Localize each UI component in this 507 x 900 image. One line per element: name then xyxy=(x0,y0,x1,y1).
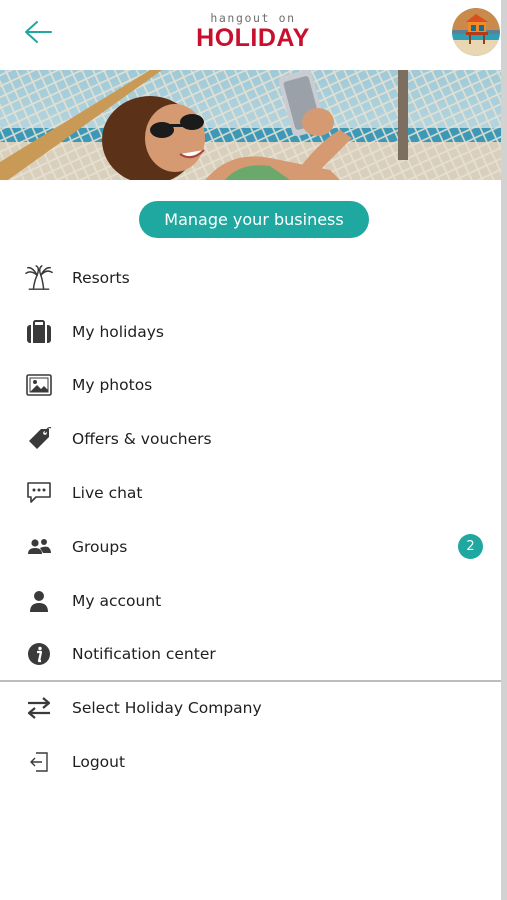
picture-icon xyxy=(25,371,53,399)
menu-item-my-account[interactable]: My account xyxy=(0,574,507,628)
person-icon xyxy=(25,587,53,615)
beach-hut-avatar xyxy=(452,8,500,56)
menu-item-label: My account xyxy=(72,591,162,610)
menu-item-select-holiday-company[interactable]: Select Holiday Company xyxy=(0,681,507,735)
chat-bubble-icon xyxy=(25,479,53,507)
scrollbar[interactable] xyxy=(501,0,507,900)
manage-business-label: Manage your business xyxy=(164,210,344,229)
swap-arrows-icon xyxy=(25,694,53,722)
menu-item-label: My holidays xyxy=(72,322,164,341)
info-icon xyxy=(25,640,53,668)
logout-icon xyxy=(25,748,53,776)
menu-item-my-photos[interactable]: My photos xyxy=(0,359,507,413)
palm-trees-icon xyxy=(25,264,53,292)
hero-banner xyxy=(0,70,507,180)
menu-item-label: Logout xyxy=(72,752,126,771)
arrow-left-icon xyxy=(25,21,52,43)
tag-icon xyxy=(25,425,53,453)
people-icon xyxy=(25,533,53,561)
back-button[interactable] xyxy=(20,14,56,50)
menu-item-live-chat[interactable]: Live chat xyxy=(0,466,507,520)
menu-item-label: My photos xyxy=(72,376,153,395)
menu-item-offers-vouchers[interactable]: Offers & vouchers xyxy=(0,412,507,466)
menu-item-my-holidays[interactable]: My holidays xyxy=(0,305,507,359)
avatar[interactable] xyxy=(452,8,500,56)
groups-count-badge: 2 xyxy=(458,534,483,560)
menu-item-groups[interactable]: Groups 2 xyxy=(0,520,507,574)
menu-item-label: Groups xyxy=(72,537,128,556)
menu-item-label: Live chat xyxy=(72,484,143,503)
menu-item-label: Notification center xyxy=(72,645,216,664)
main-menu: Resorts My holidays My photos Offers & v… xyxy=(0,251,507,681)
menu-item-label: Resorts xyxy=(72,268,130,287)
menu-item-notification-center[interactable]: Notification center xyxy=(0,628,507,682)
logo-main-text: HOLIDAY xyxy=(196,24,310,52)
menu-item-logout[interactable]: Logout xyxy=(0,735,507,789)
woman-in-hammock-with-phone xyxy=(0,70,507,180)
menu-item-label: Offers & vouchers xyxy=(72,430,212,449)
manage-business-button[interactable]: Manage your business xyxy=(139,201,369,238)
app-header: hangout on HOLIDAY xyxy=(0,0,507,70)
holiday-logo: hangout on HOLIDAY xyxy=(196,12,310,52)
menu-item-resorts[interactable]: Resorts xyxy=(0,251,507,305)
menu-item-label: Select Holiday Company xyxy=(72,698,262,717)
suitcase-icon xyxy=(25,318,53,346)
secondary-menu: Select Holiday Company Logout xyxy=(0,681,507,789)
